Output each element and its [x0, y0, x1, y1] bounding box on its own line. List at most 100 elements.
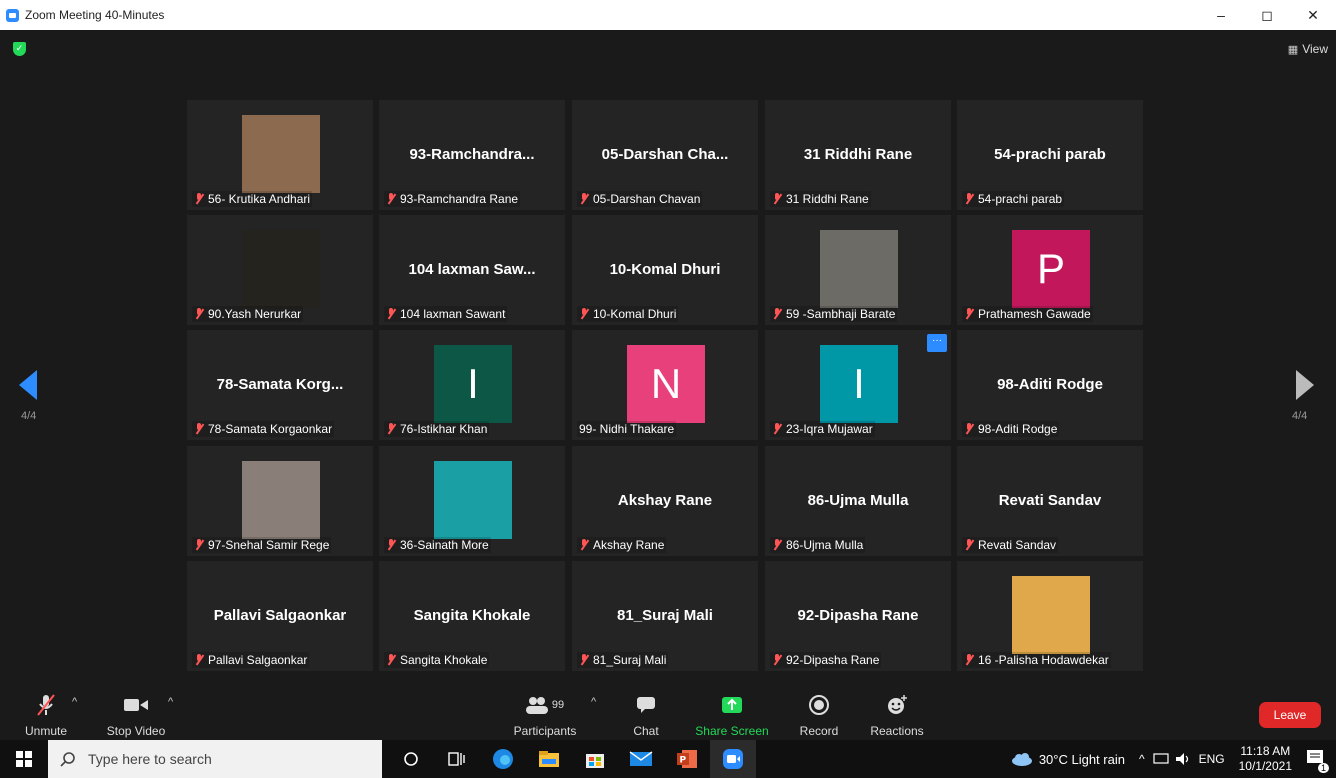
edge-browser-icon[interactable] — [480, 740, 526, 778]
language-indicator[interactable]: ENG — [1199, 752, 1225, 766]
participant-tile[interactable]: 59 -Sambhaji Barate — [765, 215, 951, 325]
task-view-icon[interactable] — [434, 740, 480, 778]
participant-display-name: 78-Samata Korg... — [216, 376, 344, 393]
muted-mic-icon — [386, 308, 396, 320]
participants-label: Participants — [513, 724, 577, 738]
participant-tile[interactable]: I ··· 23-Iqra Mujawar — [765, 330, 951, 440]
participant-tile[interactable]: 54-prachi parab 54-prachi parab — [957, 100, 1143, 210]
muted-mic-icon — [194, 308, 204, 320]
participant-display-name: 98-Aditi Rodge — [997, 376, 1103, 393]
file-explorer-icon[interactable] — [526, 740, 572, 778]
participant-tile[interactable]: Pallavi Salgaonkar Pallavi Salgaonkar — [187, 561, 373, 671]
clock-time: 11:18 AM — [1240, 744, 1291, 758]
participant-tile[interactable]: 90.Yash Nerurkar — [187, 215, 373, 325]
participant-tile[interactable]: 86-Ujma Mulla 86-Ujma Mulla — [765, 446, 951, 556]
powerpoint-icon[interactable]: P — [664, 740, 710, 778]
participant-tile[interactable]: 05-Darshan Cha... 05-Darshan Chavan — [572, 100, 758, 210]
zoom-taskbar-icon[interactable] — [710, 740, 756, 778]
security-shield-icon[interactable]: ✓ — [13, 42, 26, 56]
svg-text:P: P — [680, 756, 687, 766]
participant-name-label: Revati Sandav — [962, 537, 1059, 553]
view-button[interactable]: ▦ View — [1288, 42, 1328, 56]
chat-button[interactable]: Chat — [624, 692, 668, 738]
muted-mic-icon — [964, 539, 974, 551]
participant-tile[interactable]: 81_Suraj Mali 81_Suraj Mali — [572, 561, 758, 671]
participant-tile[interactable]: 10-Komal Dhuri 10-Komal Dhuri — [572, 215, 758, 325]
participants-button[interactable]: 99 Participants — [510, 692, 580, 738]
grid-icon: ▦ — [1287, 43, 1299, 56]
participant-tile[interactable]: Revati Sandav Revati Sandav — [957, 446, 1143, 556]
participant-tile[interactable]: 97-Snehal Samir Rege — [187, 446, 373, 556]
previous-page-arrow-icon[interactable] — [19, 370, 39, 400]
muted-mic-icon — [772, 539, 782, 551]
participant-name: 104 laxman Sawant — [400, 307, 506, 321]
taskbar-search-box[interactable]: Type here to search — [48, 740, 382, 778]
share-screen-label: Share Screen — [695, 724, 769, 738]
participant-tile[interactable]: I 76-Istikhar Khan — [379, 330, 565, 440]
chat-label: Chat — [633, 724, 659, 738]
participant-tile[interactable]: N 99- Nidhi Thakare — [572, 330, 758, 440]
next-page-arrow-icon[interactable] — [1294, 370, 1314, 400]
participant-name-label: 99- Nidhi Thakare — [577, 421, 677, 437]
maximize-button[interactable]: ◻ — [1244, 0, 1290, 30]
participant-photo — [242, 115, 320, 193]
participant-tile[interactable]: Akshay Rane Akshay Rane — [572, 446, 758, 556]
cortana-icon[interactable] — [388, 740, 434, 778]
weather-cloud-icon[interactable] — [1011, 752, 1033, 766]
participant-name: 31 Riddhi Rane — [786, 192, 869, 206]
muted-mic-icon — [964, 654, 974, 666]
action-center-button[interactable]: 1 — [1306, 749, 1329, 773]
audio-options-caret-icon[interactable]: ^ — [72, 696, 77, 708]
participant-name-label: 23-Iqra Mujawar — [770, 421, 875, 437]
participant-name-label: 97-Snehal Samir Rege — [192, 537, 332, 553]
participant-tile[interactable]: 36-Sainath More — [379, 446, 565, 556]
mail-icon[interactable] — [618, 740, 664, 778]
show-hidden-icons-chevron-icon[interactable]: ^ — [1139, 752, 1145, 766]
participant-name-label: 86-Ujma Mulla — [770, 537, 866, 553]
participant-tile[interactable]: 92-Dipasha Rane 92-Dipasha Rane — [765, 561, 951, 671]
participant-name: 97-Snehal Samir Rege — [208, 538, 330, 552]
unmute-button[interactable]: Unmute — [18, 692, 74, 738]
participant-name: 10-Komal Dhuri — [593, 307, 677, 321]
weather-text[interactable]: 30°C Light rain — [1039, 752, 1125, 767]
participant-display-name: 81_Suraj Mali — [617, 607, 713, 624]
volume-icon[interactable] — [1175, 752, 1191, 766]
muted-mic-icon — [386, 654, 396, 666]
reactions-button[interactable]: Reactions — [868, 692, 926, 738]
participants-caret-icon[interactable]: ^ — [591, 696, 596, 708]
participant-tile[interactable]: P Prathamesh Gawade — [957, 215, 1143, 325]
view-label: View — [1302, 42, 1328, 56]
participant-tile[interactable]: 104 laxman Saw... 104 laxman Sawant — [379, 215, 565, 325]
participant-name-label: 93-Ramchandra Rane — [384, 191, 521, 207]
windows-start-button[interactable] — [0, 740, 48, 778]
participant-name: 56- Krutika Andhari — [208, 192, 311, 206]
participant-tile[interactable]: 31 Riddhi Rane 31 Riddhi Rane — [765, 100, 951, 210]
participant-tile[interactable]: 56- Krutika Andhari — [187, 100, 373, 210]
participant-initial-avatar: P — [1012, 230, 1090, 308]
microsoft-store-icon[interactable] — [572, 740, 618, 778]
muted-mic-icon — [386, 539, 396, 551]
participant-display-name: 92-Dipasha Rane — [797, 607, 919, 624]
participant-name-label: 81_Suraj Mali — [577, 652, 669, 668]
share-screen-button[interactable]: Share Screen — [694, 692, 770, 738]
participant-tile[interactable]: 78-Samata Korg... 78-Samata Korgaonkar — [187, 330, 373, 440]
muted-mic-icon — [579, 193, 589, 205]
participant-tile[interactable]: 93-Ramchandra... 93-Ramchandra Rane — [379, 100, 565, 210]
leave-button[interactable]: Leave — [1259, 702, 1321, 728]
participant-display-name: 93-Ramchandra... — [409, 146, 535, 163]
participant-name-label: 36-Sainath More — [384, 537, 491, 553]
clock[interactable]: 11:18 AM 10/1/2021 — [1239, 744, 1292, 774]
participant-tile[interactable]: 98-Aditi Rodge 98-Aditi Rodge — [957, 330, 1143, 440]
close-button[interactable]: ✕ — [1290, 0, 1336, 30]
stop-video-button[interactable]: Stop Video — [102, 692, 170, 738]
minimize-button[interactable]: – — [1198, 0, 1244, 30]
record-label: Record — [799, 724, 839, 738]
participant-name: Revati Sandav — [978, 538, 1057, 552]
participant-tile[interactable]: Sangita Khokale Sangita Khokale — [379, 561, 565, 671]
participant-display-name: 10-Komal Dhuri — [609, 261, 721, 278]
network-icon[interactable] — [1152, 753, 1169, 765]
participant-tile[interactable]: 16 -Palisha Hodawdekar — [957, 561, 1143, 671]
video-options-caret-icon[interactable]: ^ — [168, 696, 173, 708]
more-options-button[interactable]: ··· — [927, 334, 947, 352]
record-button[interactable]: Record — [796, 692, 842, 738]
